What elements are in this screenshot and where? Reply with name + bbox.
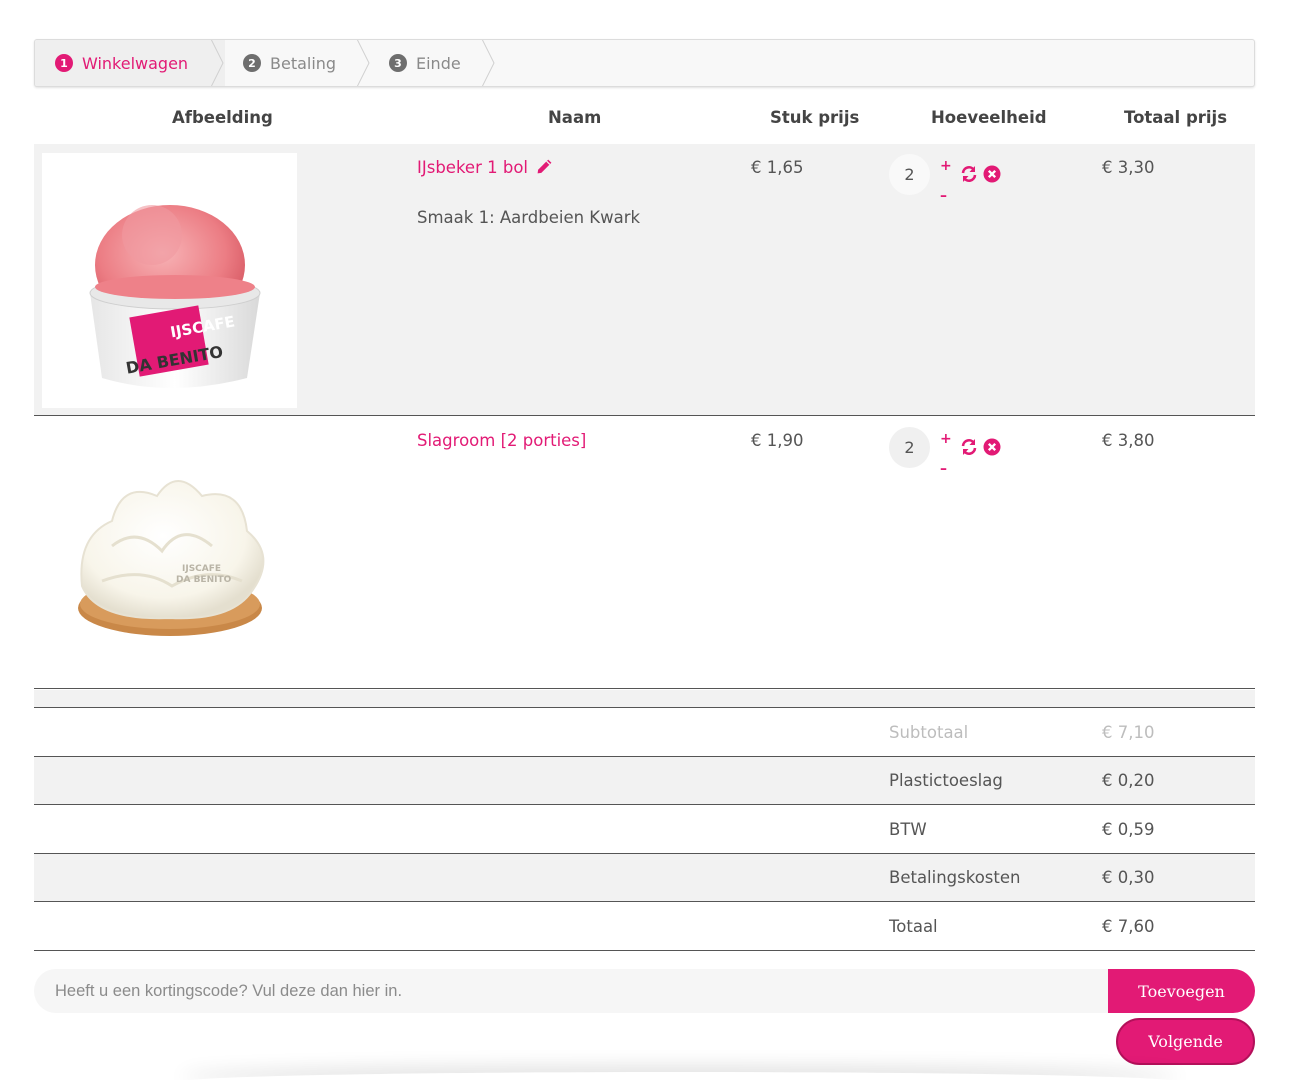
refresh-icon[interactable]	[960, 165, 978, 183]
table-row: IJSCAFE DA BENITO IJsbeker 1 bol Smaak 1…	[34, 144, 1255, 416]
step-number: 2	[243, 54, 261, 72]
table-row: IJSCAFE DA BENITO Slagroom [2 porties] €…	[34, 417, 1255, 689]
refresh-icon[interactable]	[960, 438, 978, 456]
remove-icon[interactable]	[983, 165, 1001, 183]
product-image-whipped-cream: IJSCAFE DA BENITO	[42, 426, 297, 681]
step-betaling[interactable]: 2 Betaling	[223, 40, 368, 86]
step-number: 1	[55, 54, 73, 72]
unit-price: € 1,90	[751, 431, 804, 450]
step-chevron-icon	[482, 40, 495, 86]
increase-quantity-button[interactable]: +	[940, 431, 952, 447]
step-number: 3	[389, 54, 407, 72]
product-name-link[interactable]: Slagroom [2 porties]	[417, 431, 586, 450]
totals-label: Subtotaal	[889, 723, 969, 742]
totals-value: € 7,60	[1102, 917, 1155, 936]
totals-label: Plastictoeslag	[889, 771, 1003, 790]
totals-value: € 0,20	[1102, 771, 1155, 790]
svg-text:DA BENITO: DA BENITO	[176, 575, 232, 585]
step-label: Einde	[416, 53, 461, 73]
quantity-value[interactable]: 2	[889, 427, 930, 468]
decrease-quantity-button[interactable]: –	[940, 461, 947, 477]
totals-label: Betalingskosten	[889, 868, 1021, 887]
totals-value: € 7,10	[1102, 723, 1155, 742]
header-quantity: Hoeveelheid	[931, 108, 1047, 127]
quantity-value[interactable]: 2	[889, 154, 930, 195]
totals-value: € 0,30	[1102, 868, 1155, 887]
totals-label: Totaal	[889, 917, 938, 936]
header-name: Naam	[548, 108, 602, 127]
product-option: Smaak 1: Aardbeien Kwark	[417, 208, 641, 227]
product-name: IJsbeker 1 bol	[417, 158, 528, 177]
totals-row-btw: BTW € 0,59	[34, 806, 1255, 854]
add-coupon-button[interactable]: Toevoegen	[1108, 969, 1255, 1013]
unit-price: € 1,65	[751, 158, 804, 177]
totals-row-plastic: Plastictoeslag € 0,20	[34, 757, 1255, 805]
totals-value: € 0,59	[1102, 820, 1155, 839]
total-price: € 3,30	[1102, 158, 1155, 177]
remove-icon[interactable]	[983, 438, 1001, 456]
totals-row-subtotal: Subtotaal € 7,10	[34, 709, 1255, 757]
decrease-quantity-button[interactable]: –	[940, 188, 947, 204]
totals-row-total: Totaal € 7,60	[34, 903, 1255, 951]
coupon-code-input[interactable]	[34, 969, 1111, 1013]
next-button[interactable]: Volgende	[1116, 1018, 1255, 1065]
header-total-price: Totaal prijs	[1124, 108, 1228, 127]
svg-text:IJSCAFE: IJSCAFE	[182, 564, 221, 574]
checkout-steps: 1 Winkelwagen 2 Betaling 3 Einde	[34, 39, 1255, 87]
product-image-icecream: IJSCAFE DA BENITO	[42, 153, 297, 408]
pencil-icon[interactable]	[536, 158, 553, 175]
step-label: Betaling	[270, 53, 337, 73]
totals-label: BTW	[889, 820, 927, 839]
table-separator	[34, 690, 1255, 708]
step-winkelwagen[interactable]: 1 Winkelwagen	[35, 40, 225, 86]
totals-row-payment-costs: Betalingskosten € 0,30	[34, 854, 1255, 902]
step-label: Winkelwagen	[82, 53, 189, 73]
total-price: € 3,80	[1102, 431, 1155, 450]
increase-quantity-button[interactable]: +	[940, 158, 952, 174]
header-image: Afbeelding	[172, 108, 273, 127]
step-einde[interactable]: 3 Einde	[369, 40, 489, 86]
product-name-link[interactable]: IJsbeker 1 bol	[417, 158, 553, 177]
header-unit-price: Stuk prijs	[770, 108, 860, 127]
page-shadow	[180, 1072, 1180, 1080]
